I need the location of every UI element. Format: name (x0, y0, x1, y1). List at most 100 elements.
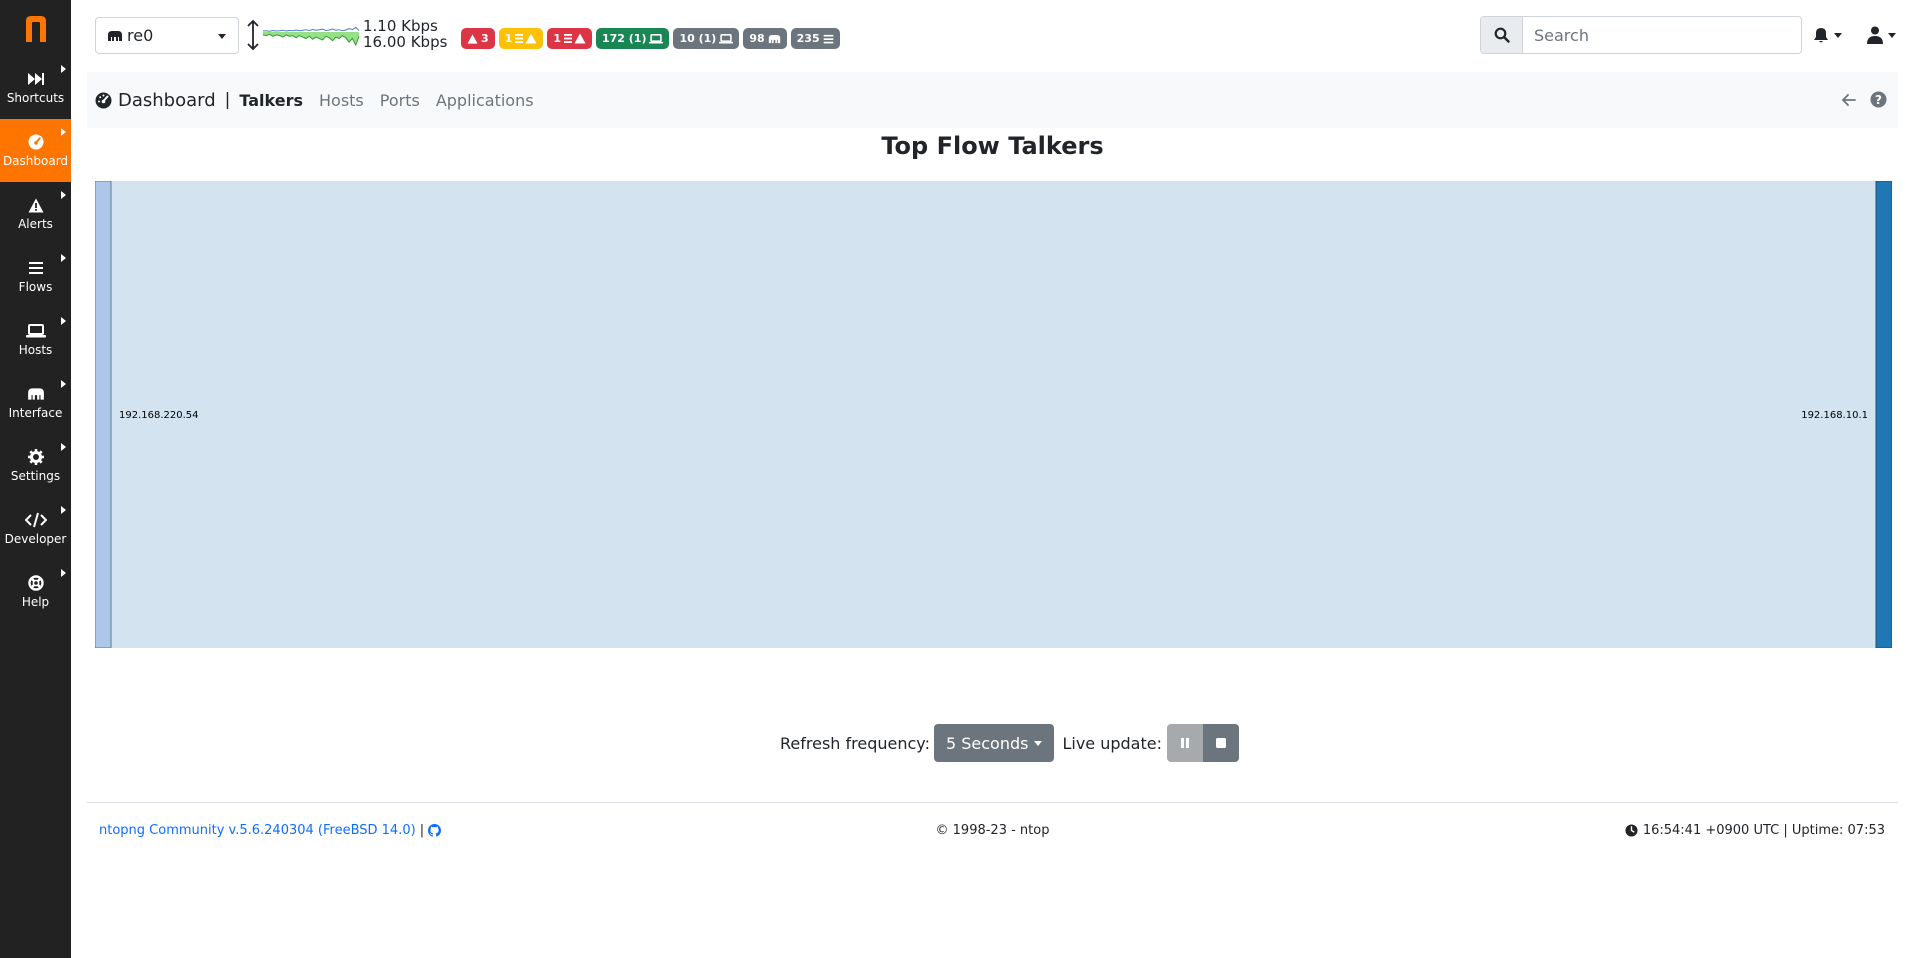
stop-button[interactable] (1203, 724, 1239, 762)
sidebar-item-dashboard[interactable]: Dashboard (0, 119, 71, 182)
help-icon[interactable]: ? (1870, 91, 1887, 108)
search-button[interactable] (1481, 17, 1523, 53)
status-badge[interactable]: 1 (547, 28, 592, 49)
status-badge[interactable]: 3 (461, 28, 495, 49)
sidebar-item-shortcuts[interactable]: Shortcuts (0, 56, 71, 119)
pause-button[interactable] (1167, 724, 1203, 762)
badge-count: 98 (749, 32, 765, 45)
badge-count: 1 (553, 32, 561, 45)
chevron-right-icon (61, 128, 66, 136)
status-badge[interactable]: 235 (790, 28, 840, 49)
chevron-right-icon (61, 506, 66, 514)
laptop-icon (25, 322, 46, 340)
footer-divider (87, 802, 1898, 803)
warning-icon (28, 196, 44, 214)
sidebar-item-help[interactable]: Help (0, 560, 71, 623)
gauge-icon (95, 92, 112, 108)
refresh-frequency-value: 5 Seconds (945, 733, 1029, 753)
subnav-tabs: Talkers Hosts Ports Applications (239, 91, 549, 110)
sidebar: Shortcuts Dashboard Alerts Flows Hosts Interf… (0, 0, 71, 958)
top-bar: re0 1.10 Kbps 16.00 Kbps 3 1 1 172 (1) 10 (1… (71, 0, 1918, 72)
list-warning-icon (563, 33, 586, 44)
refresh-frequency-label: Refresh frequency: (780, 733, 930, 753)
notifications-dropdown[interactable] (1813, 27, 1842, 44)
pause-icon (1181, 738, 1189, 748)
tab-talkers[interactable]: Talkers (239, 91, 303, 110)
sidebar-item-label: Settings (10, 469, 61, 483)
page-title-text: Dashboard (118, 89, 216, 111)
tab-hosts[interactable]: Hosts (319, 91, 364, 110)
chevron-right-icon (61, 65, 66, 73)
code-icon (24, 511, 47, 529)
user-dropdown[interactable] (1867, 26, 1896, 44)
sidebar-item-label: Interface (8, 406, 63, 420)
ntop-logo-icon (25, 16, 46, 42)
chevron-right-icon (61, 317, 66, 325)
chevron-down-icon (1834, 33, 1842, 38)
throughput-down: 16.00 Kbps (363, 33, 448, 51)
search-box (1480, 16, 1802, 54)
lifebuoy-icon (27, 574, 44, 592)
arrow-left-icon[interactable] (1841, 93, 1856, 107)
list-icon (823, 34, 834, 44)
laptop-icon (719, 33, 734, 44)
sidebar-item-interface[interactable]: Interface (0, 371, 71, 434)
sidebar-item-label: Hosts (18, 343, 53, 357)
live-update-label: Live update: (1062, 733, 1162, 753)
badge-count: 172 (1) (601, 32, 647, 45)
search-input[interactable] (1523, 17, 1801, 53)
svg-text:?: ? (1875, 93, 1882, 107)
interface-select[interactable]: re0 (95, 17, 239, 54)
chevron-right-icon (61, 569, 66, 577)
stop-icon (1216, 738, 1226, 748)
status-badge[interactable]: 98 (743, 28, 787, 49)
ethernet-icon (27, 385, 45, 403)
chevron-down-icon (1034, 740, 1043, 746)
sidebar-item-label: Flows (18, 280, 53, 294)
throughput-up: 1.10 Kbps (363, 17, 438, 35)
sidebar-item-settings[interactable]: Settings (0, 434, 71, 497)
throughput-sparkline (262, 26, 360, 47)
chevron-down-icon (218, 34, 226, 39)
page-title: Dashboard (95, 90, 216, 111)
chevron-right-icon (61, 191, 66, 199)
status-badge[interactable]: 172 (1) (595, 28, 670, 49)
interface-name: re0 (127, 26, 154, 45)
ethernet-icon (768, 34, 781, 44)
sparkline-line-up (262, 26, 360, 32)
sidebar-item-label: Alerts (18, 217, 53, 231)
subnav-actions: ? (1841, 91, 1887, 108)
chevron-down-icon (1888, 32, 1896, 38)
refresh-controls: Refresh frequency: 5 Seconds Live update… (780, 724, 1239, 762)
sidebar-item-hosts[interactable]: Hosts (0, 308, 71, 371)
sidebar-item-label: Developer (4, 532, 67, 546)
status-badge[interactable]: 10 (1) (673, 28, 740, 49)
badge-count: 235 (796, 32, 820, 45)
chart-title: Top Flow Talkers (881, 132, 1104, 160)
sidebar-item-label: Shortcuts (6, 91, 65, 105)
tab-ports[interactable]: Ports (380, 91, 420, 110)
ethernet-icon (108, 30, 122, 41)
chevron-right-icon (61, 254, 66, 262)
refresh-frequency-dropdown[interactable]: 5 Seconds (933, 724, 1055, 762)
dashboard-subnav: Dashboard | Talkers Hosts Ports Application… (87, 72, 1898, 128)
status-badges: 3 1 1 172 (1) 10 (1) 98 235 (461, 28, 840, 49)
chevron-right-icon (61, 380, 66, 388)
title-separator: | (224, 90, 231, 110)
sparkline-area (263, 32, 359, 45)
sankey-target-label: 192.168.10.1 (1801, 410, 1868, 421)
sankey-node-target[interactable] (1875, 181, 1892, 648)
sankey-node-source[interactable] (95, 181, 112, 648)
sidebar-item-flows[interactable]: Flows (0, 245, 71, 308)
sidebar-item-alerts[interactable]: Alerts (0, 182, 71, 245)
tab-applications[interactable]: Applications (436, 91, 534, 110)
sidebar-item-developer[interactable]: Developer (0, 497, 71, 560)
status-badge[interactable]: 1 (498, 28, 544, 49)
sankey-source-label: 192.168.220.54 (119, 410, 199, 421)
clock-icon (1625, 824, 1638, 837)
ntopng-logo[interactable] (0, 0, 71, 56)
sankey-chart: 192.168.220.54 192.168.10.1 (95, 181, 1892, 648)
sankey-link[interactable] (95, 181, 1892, 648)
laptop-icon (649, 33, 664, 44)
up-down-arrow-icon (247, 19, 259, 51)
